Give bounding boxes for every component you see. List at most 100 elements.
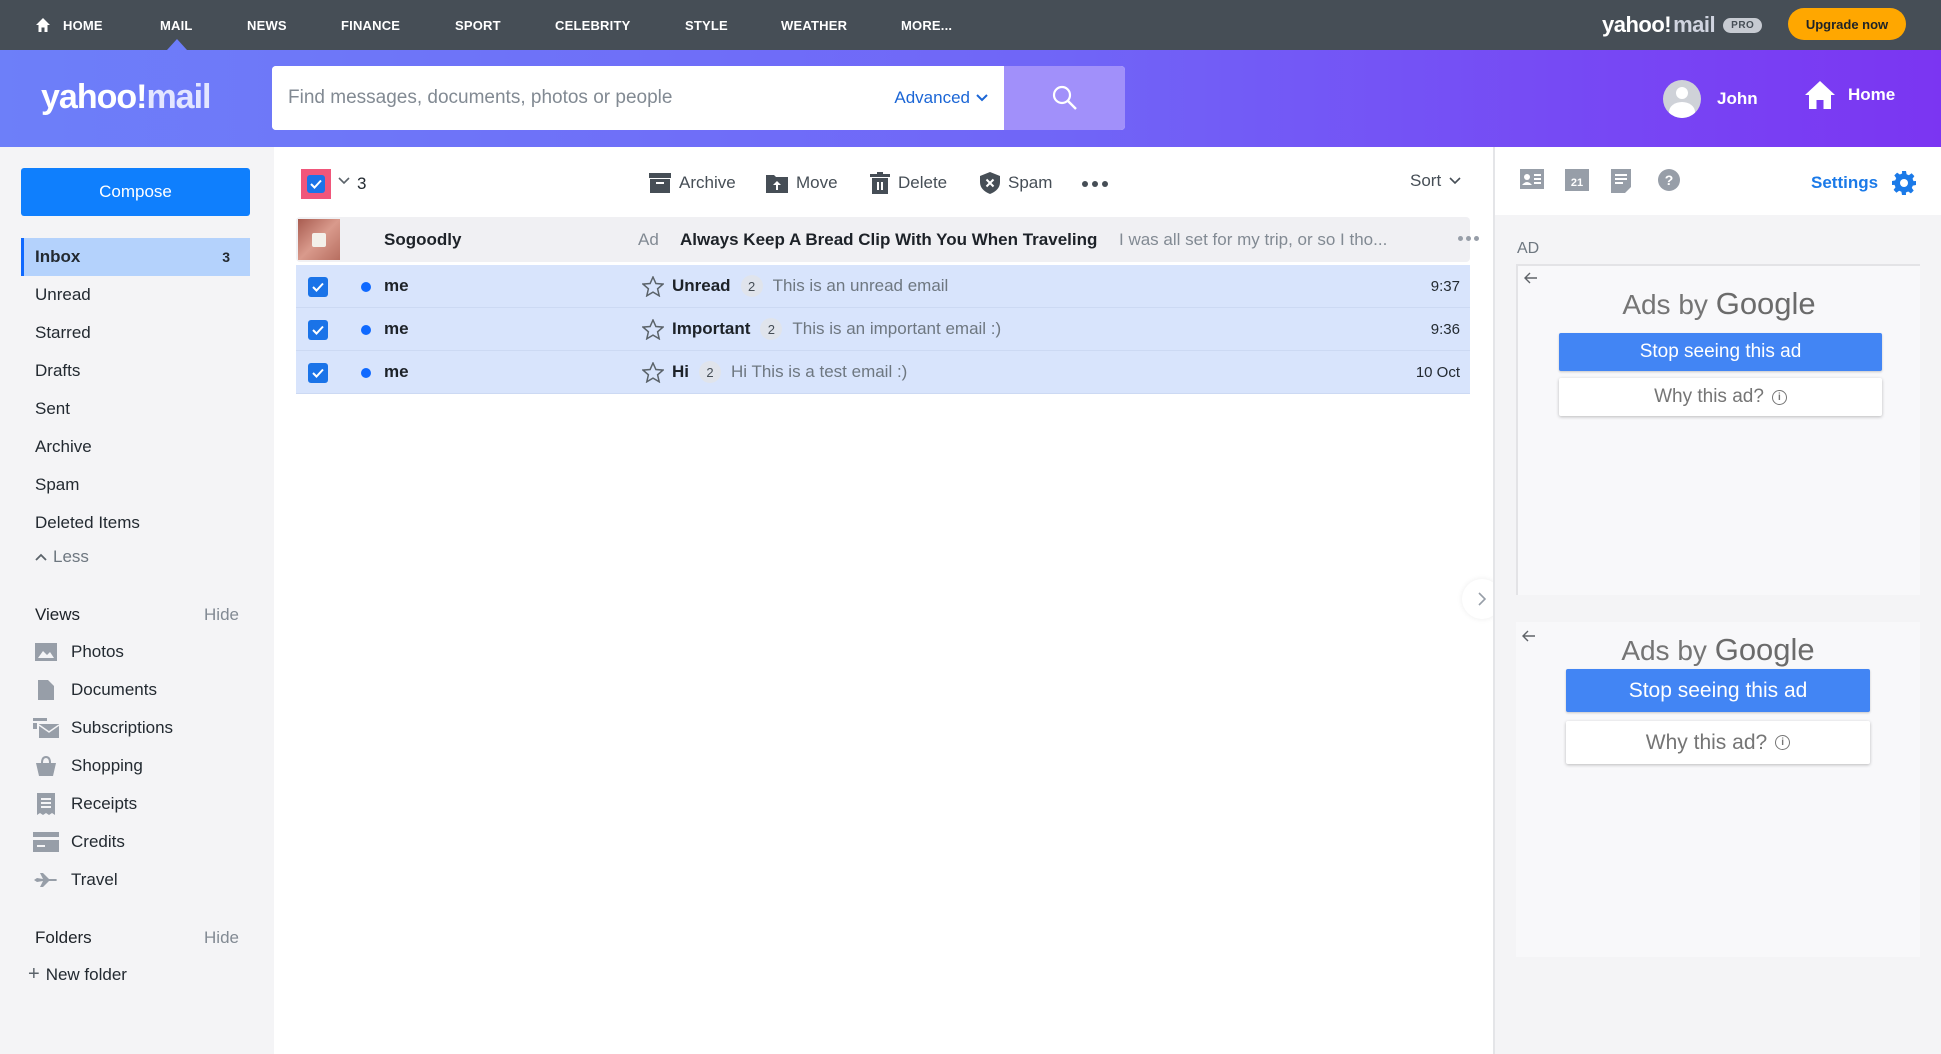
sidebar-view-travel[interactable]: Travel — [33, 869, 118, 891]
google-wordmark: Google — [1715, 286, 1816, 321]
message-time: 9:36 — [1430, 320, 1460, 338]
topnav-style[interactable]: STYLE — [685, 0, 728, 50]
new-folder-button[interactable]: + New folder — [28, 963, 127, 986]
why-this-ad-button[interactable]: Why this ad? i — [1566, 721, 1870, 764]
topnav-news[interactable]: NEWS — [247, 0, 287, 50]
home-icon — [1805, 81, 1835, 109]
topnav-more-label: MORE... — [901, 17, 953, 33]
topnav-finance[interactable]: FINANCE — [341, 0, 400, 50]
ads-by-google: Ads by Google — [1516, 632, 1920, 668]
why-this-ad-button[interactable]: Why this ad? i — [1559, 378, 1882, 416]
topnav-home[interactable]: HOME — [35, 0, 103, 50]
chevron-down-icon — [976, 94, 988, 102]
view-label: Shopping — [71, 756, 143, 775]
sidebar-view-documents[interactable]: Documents — [33, 679, 157, 701]
more-actions-button[interactable] — [1082, 181, 1108, 187]
notepad-icon[interactable] — [1611, 169, 1631, 193]
stop-seeing-ad-button[interactable]: Stop seeing this ad — [1559, 333, 1882, 371]
message-checkbox[interactable] — [308, 320, 328, 340]
topnav-more[interactable]: MORE... — [901, 0, 952, 50]
sidebar-item-label: Drafts — [35, 361, 81, 380]
sidebar-item-archive[interactable]: Archive — [21, 428, 250, 466]
select-all-checkbox[interactable] — [301, 169, 331, 199]
unread-dot-icon[interactable] — [361, 368, 371, 378]
topnav-celebrity[interactable]: CELEBRITY — [555, 0, 630, 50]
sidebar-item-spam[interactable]: Spam — [21, 466, 250, 504]
less-label: Less — [53, 547, 89, 566]
view-label: Photos — [71, 642, 124, 661]
unread-dot-icon[interactable] — [361, 282, 371, 292]
spam-button[interactable]: Spam — [980, 169, 1052, 197]
delete-button[interactable]: Delete — [870, 169, 947, 197]
sidebar-item-label: Archive — [35, 437, 92, 456]
compose-button[interactable]: Compose — [21, 168, 250, 216]
back-arrow-icon[interactable] — [1524, 272, 1538, 284]
sort-button[interactable]: Sort — [1410, 171, 1461, 191]
upgrade-now-button[interactable]: Upgrade now — [1788, 8, 1906, 40]
checkmark-icon — [312, 368, 324, 378]
message-checkbox[interactable] — [308, 277, 328, 297]
ad-panel: Ads by Google Stop seeing this ad Why th… — [1516, 264, 1920, 595]
sidebar-item-sent[interactable]: Sent — [21, 390, 250, 428]
sidebar-view-credits[interactable]: Credits — [33, 831, 125, 853]
checkmark-icon — [310, 179, 322, 189]
message-snippet: Hi This is a test email :) — [731, 362, 908, 381]
topnav-sport[interactable]: SPORT — [455, 0, 501, 50]
move-label: Move — [796, 173, 838, 192]
sidebar-item-deleted-items[interactable]: Deleted Items — [21, 504, 250, 542]
topnav-weather[interactable]: WEATHER — [781, 0, 847, 50]
message-sender: me — [384, 362, 409, 381]
search-input[interactable] — [272, 66, 895, 130]
ad-more-options-button[interactable] — [1458, 236, 1479, 241]
sidebar-item-drafts[interactable]: Drafts — [21, 352, 250, 390]
ad-sender: Sogoodly — [384, 229, 462, 249]
user-name: John — [1717, 89, 1758, 108]
pro-badge: PRO — [1723, 17, 1763, 33]
message-subject: Important — [672, 319, 751, 338]
ad-tag: AD — [1517, 240, 1540, 257]
shopping-bag-icon — [36, 756, 56, 776]
sidebar-item-label: Sent — [35, 399, 70, 418]
message-checkbox[interactable] — [308, 363, 328, 383]
topnav-celebrity-label: CELEBRITY — [555, 17, 631, 33]
contacts-icon[interactable] — [1520, 169, 1544, 189]
sidebar-view-shopping[interactable]: Shopping — [33, 755, 143, 777]
select-options-chevron-icon[interactable] — [338, 177, 350, 185]
sidebar-item-unread[interactable]: Unread — [21, 276, 250, 314]
chevron-down-icon — [1449, 177, 1461, 185]
message-row[interactable]: me Hi 2 Hi This is a test email :) 10 Oc… — [296, 351, 1470, 394]
sidebar-item-starred[interactable]: Starred — [21, 314, 250, 352]
advanced-search-button[interactable]: Advanced — [894, 88, 988, 108]
star-icon[interactable] — [642, 276, 664, 297]
sidebar-view-photos[interactable]: Photos — [33, 641, 124, 663]
less-toggle[interactable]: Less — [35, 547, 89, 567]
unread-dot-icon[interactable] — [361, 325, 371, 335]
archive-button[interactable]: Archive — [649, 169, 736, 197]
sidebar-item-inbox[interactable]: Inbox 3 — [21, 238, 250, 276]
topnav-news-label: NEWS — [247, 17, 287, 33]
calendar-icon[interactable]: 21 — [1565, 169, 1589, 191]
message-sender: me — [384, 319, 409, 338]
sidebar-view-receipts[interactable]: Receipts — [33, 793, 137, 815]
user-profile-button[interactable]: John — [1663, 80, 1758, 118]
star-icon[interactable] — [642, 319, 664, 340]
view-label: Credits — [71, 832, 125, 851]
yahoo-mail-logo[interactable]: yahoo!mail — [41, 78, 212, 117]
receipt-icon — [37, 793, 55, 815]
help-icon[interactable]: ? — [1658, 169, 1680, 191]
view-label: Receipts — [71, 794, 138, 813]
sidebar-view-subscriptions[interactable]: Subscriptions — [33, 717, 173, 739]
sponsored-message-row[interactable]: Sogoodly Ad Always Keep A Bread Clip Wit… — [296, 217, 1479, 262]
message-row[interactable]: me Unread 2 This is an unread email 9:37 — [296, 265, 1470, 308]
yahoo-mail-pro-logo[interactable]: yahoo! mail PRO — [1602, 11, 1763, 39]
settings-button[interactable]: Settings — [1811, 171, 1917, 195]
stop-seeing-ad-button[interactable]: Stop seeing this ad — [1566, 669, 1870, 712]
search-button[interactable] — [1004, 66, 1125, 130]
message-row[interactable]: me Important 2 This is an important emai… — [296, 308, 1470, 351]
home-button[interactable]: Home — [1804, 80, 1895, 110]
folders-hide-button[interactable]: Hide — [204, 928, 239, 948]
views-hide-button[interactable]: Hide — [204, 605, 239, 625]
thread-count-badge: 2 — [699, 361, 721, 383]
star-icon[interactable] — [642, 362, 664, 383]
move-button[interactable]: Move — [766, 169, 838, 197]
